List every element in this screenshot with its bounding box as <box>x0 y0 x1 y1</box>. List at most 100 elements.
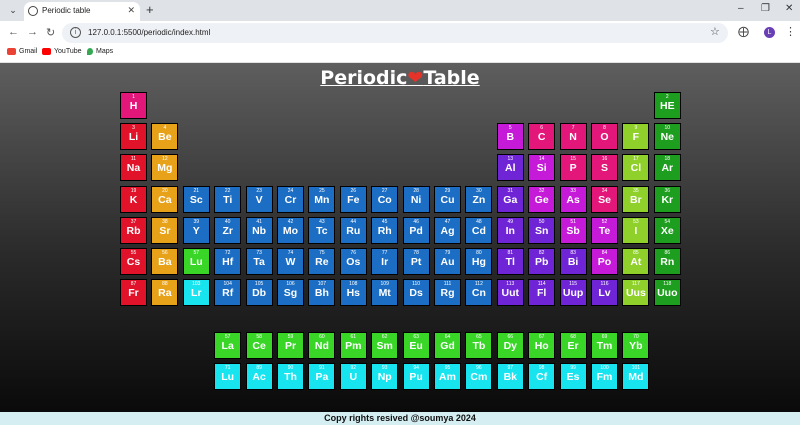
back-icon[interactable]: ← <box>8 26 19 38</box>
element-tile-ni[interactable]: 28 Ni <box>402 186 430 213</box>
element-tile-ar[interactable]: 18 Ar <box>653 154 681 181</box>
element-tile-mo[interactable]: 42 Mo <box>277 217 304 244</box>
element-tile-y[interactable]: 39 Y <box>182 217 210 244</box>
element-tile-os[interactable]: 76 Os <box>339 248 367 275</box>
element-tile-sc[interactable]: 21 Sc <box>182 186 210 213</box>
element-tile-ce[interactable]: 58 Ce <box>245 332 273 359</box>
element-tile-cf[interactable]: 98 Cf <box>528 363 556 390</box>
restore-icon[interactable]: ❐ <box>761 3 770 14</box>
bookmark-gmail[interactable]: Gmail <box>7 48 37 55</box>
element-tile-cu[interactable]: 29 Cu <box>434 186 461 213</box>
element-tile-n[interactable]: 7N <box>559 123 587 150</box>
element-tile-nb[interactable]: 41 Nb <box>245 217 273 244</box>
element-tile-ag[interactable]: 47 Ag <box>434 217 461 244</box>
element-tile-co[interactable]: 27 Co <box>371 186 399 213</box>
element-tile-mt[interactable]: 109 Mt <box>371 279 399 306</box>
element-tile-am[interactable]: 95 Am <box>434 363 461 390</box>
element-tile-rg[interactable]: 111 Rg <box>434 279 461 306</box>
element-tile-i[interactable]: 53 I <box>622 217 650 244</box>
element-tile-uuo[interactable]: 118 Uuo <box>653 279 681 306</box>
element-tile-rn[interactable]: 86 Rn <box>653 248 681 275</box>
element-tile-au[interactable]: 79 Au <box>434 248 461 275</box>
element-tile-nd[interactable]: 60 Nd <box>308 332 336 359</box>
element-tile-sg[interactable]: 106 Sg <box>277 279 304 306</box>
element-tile-ne[interactable]: 10 Ne <box>653 123 681 150</box>
element-tile-h[interactable]: 1H <box>120 92 147 119</box>
element-tile-na[interactable]: 11 Na <box>120 154 147 181</box>
element-tile-at[interactable]: 85 At <box>622 248 650 275</box>
element-tile-s[interactable]: 16 S <box>591 154 618 181</box>
element-tile-mn[interactable]: 25 Mn <box>308 186 336 213</box>
element-tile-mg[interactable]: 12 Mg <box>151 154 179 181</box>
element-tile-k[interactable]: 19 K <box>120 186 147 213</box>
bookmark-youtube[interactable]: YouTube <box>42 48 82 55</box>
element-tile-tm[interactable]: 69 Tm <box>591 332 618 359</box>
element-tile-gd[interactable]: 64 Gd <box>434 332 461 359</box>
element-tile-cr[interactable]: 24 Cr <box>277 186 304 213</box>
element-tile-uut[interactable]: 113 Uut <box>496 279 524 306</box>
element-tile-md[interactable]: 101 Md <box>622 363 650 390</box>
element-tile-fm[interactable]: 100 Fm <box>591 363 618 390</box>
element-tile-lu[interactable]: 71 Lu <box>214 363 242 390</box>
window-close-icon[interactable]: ✕ <box>785 3 793 14</box>
element-tile-cs[interactable]: 55 Cs <box>120 248 147 275</box>
element-tile-cd[interactable]: 48 Cd <box>465 217 493 244</box>
element-tile-cm[interactable]: 96 Cm <box>465 363 493 390</box>
new-tab-button[interactable]: + <box>146 2 154 17</box>
element-tile-ho[interactable]: 67 Ho <box>528 332 556 359</box>
element-tile-si[interactable]: 14 Si <box>528 154 556 181</box>
element-tile-re[interactable]: 75 Re <box>308 248 336 275</box>
element-tile-sr[interactable]: 38 Sr <box>151 217 179 244</box>
element-tile-ra[interactable]: 88 Ra <box>151 279 179 306</box>
element-tile-rb[interactable]: 37 Rb <box>120 217 147 244</box>
element-tile-bi[interactable]: 83 Bi <box>559 248 587 275</box>
element-tile-pb[interactable]: 82 Pb <box>528 248 556 275</box>
element-tile-zn[interactable]: 30 Zn <box>465 186 493 213</box>
element-tile-u[interactable]: 92 U <box>339 363 367 390</box>
element-tile-bk[interactable]: 97 Bk <box>496 363 524 390</box>
element-tile-es[interactable]: 99 Es <box>559 363 587 390</box>
element-tile-pd[interactable]: 46 Pd <box>402 217 430 244</box>
element-tile-o[interactable]: 8O <box>591 123 618 150</box>
element-tile-er[interactable]: 68 Er <box>559 332 587 359</box>
element-tile-tl[interactable]: 81 Tl <box>496 248 524 275</box>
element-tile-pa[interactable]: 91 Pa <box>308 363 336 390</box>
element-tile-he[interactable]: 2 HE <box>653 92 681 119</box>
element-tile-sn[interactable]: 50 Sn <box>528 217 556 244</box>
element-tile-fl[interactable]: 114 Fl <box>528 279 556 306</box>
element-tile-ru[interactable]: 44 Ru <box>339 217 367 244</box>
element-tile-sb[interactable]: 51 Sb <box>559 217 587 244</box>
element-tile-b[interactable]: 5B <box>496 123 524 150</box>
element-tile-as[interactable]: 33 As <box>559 186 587 213</box>
element-tile-rf[interactable]: 104 Rf <box>214 279 242 306</box>
element-tile-in[interactable]: 49 In <box>496 217 524 244</box>
element-tile-be[interactable]: 4 Be <box>151 123 179 150</box>
bookmark-maps[interactable]: Maps <box>87 48 113 55</box>
element-tile-po[interactable]: 84 Po <box>591 248 618 275</box>
element-tile-tb[interactable]: 65 Tb <box>465 332 493 359</box>
element-tile-v[interactable]: 23 V <box>245 186 273 213</box>
element-tile-c[interactable]: 6C <box>528 123 556 150</box>
element-tile-th[interactable]: 90 Th <box>277 363 304 390</box>
element-tile-ac[interactable]: 89 Ac <box>245 363 273 390</box>
forward-icon[interactable]: → <box>27 26 38 38</box>
tab-search-icon[interactable]: ⌄ <box>6 3 20 17</box>
element-tile-uus[interactable]: 117 Uus <box>622 279 650 306</box>
element-tile-eu[interactable]: 63 Eu <box>402 332 430 359</box>
element-tile-bh[interactable]: 107 Bh <box>308 279 336 306</box>
element-tile-pt[interactable]: 78 Pt <box>402 248 430 275</box>
element-tile-hs[interactable]: 108 Hs <box>339 279 367 306</box>
element-tile-sm[interactable]: 62 Sm <box>371 332 399 359</box>
profile-avatar[interactable]: L <box>764 27 775 38</box>
element-tile-lu[interactable]: 57 Lu <box>182 248 210 275</box>
element-tile-la[interactable]: 57 La <box>214 332 242 359</box>
bookmark-star-icon[interactable]: ☆ <box>710 25 720 38</box>
element-tile-ir[interactable]: 77 Ir <box>371 248 399 275</box>
element-tile-db[interactable]: 105 Db <box>245 279 273 306</box>
element-tile-fr[interactable]: 87 Fr <box>120 279 147 306</box>
reload-icon[interactable]: ↻ <box>46 26 55 39</box>
element-tile-kr[interactable]: 36 Kr <box>653 186 681 213</box>
element-tile-hg[interactable]: 80 Hg <box>465 248 493 275</box>
element-tile-xe[interactable]: 54 Xe <box>653 217 681 244</box>
info-icon[interactable]: i <box>70 27 81 38</box>
